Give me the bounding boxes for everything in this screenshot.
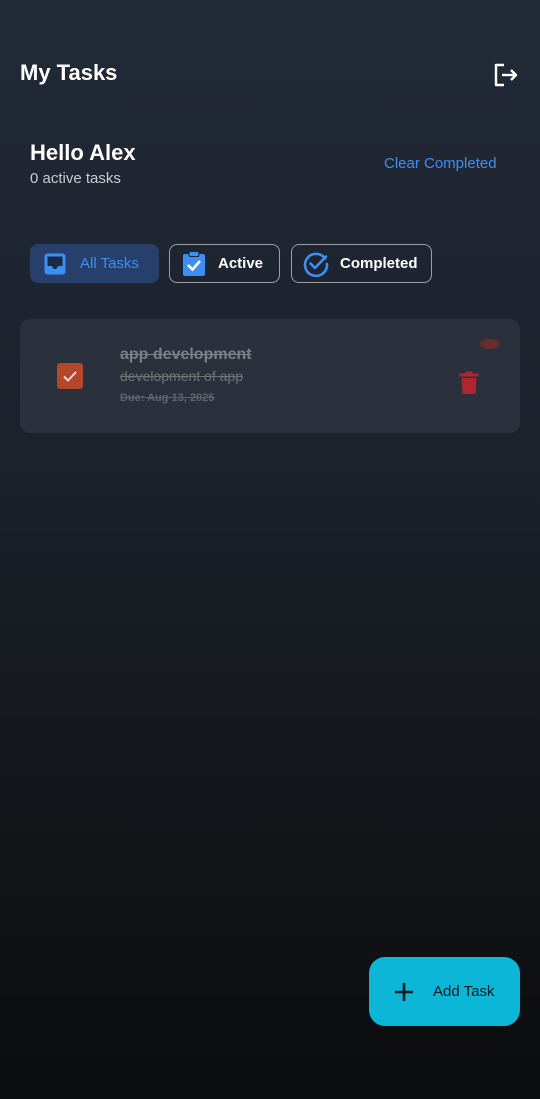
logout-icon <box>494 63 518 87</box>
priority-indicator <box>480 339 500 349</box>
app-bar: My Tasks <box>0 0 540 150</box>
greeting: Hello Alex <box>30 140 136 165</box>
trash-icon <box>459 371 479 394</box>
task-title: app development <box>120 346 252 363</box>
logout-button[interactable] <box>488 59 522 91</box>
checkmark-icon <box>63 371 77 382</box>
task-description: development of app <box>120 368 243 384</box>
filter-label: Completed <box>340 255 418 272</box>
add-task-label: Add Task <box>433 983 495 1000</box>
check-circle-icon <box>303 251 329 277</box>
clear-completed-button[interactable]: Clear Completed <box>384 155 497 172</box>
filter-label: Active <box>218 255 264 272</box>
page-title: My Tasks <box>20 60 118 85</box>
filter-chips: All Tasks Active Completed <box>0 244 540 284</box>
delete-task-button[interactable] <box>457 369 481 397</box>
add-task-button[interactable]: Add Task <box>369 957 520 1026</box>
task-checkbox[interactable] <box>57 363 83 389</box>
inbox-icon <box>42 251 68 277</box>
active-task-count: 0 active tasks <box>30 170 121 187</box>
filter-completed[interactable]: Completed <box>291 244 432 283</box>
task-card[interactable]: app development development of app Due: … <box>20 319 520 433</box>
filter-label: All Tasks <box>80 255 139 272</box>
filter-all-tasks[interactable]: All Tasks <box>30 244 159 283</box>
clipboard-check-icon <box>181 250 207 277</box>
filter-active[interactable]: Active <box>169 244 280 283</box>
plus-icon <box>395 983 413 1001</box>
task-due-date: Due: Aug 13, 2025 <box>120 392 215 404</box>
